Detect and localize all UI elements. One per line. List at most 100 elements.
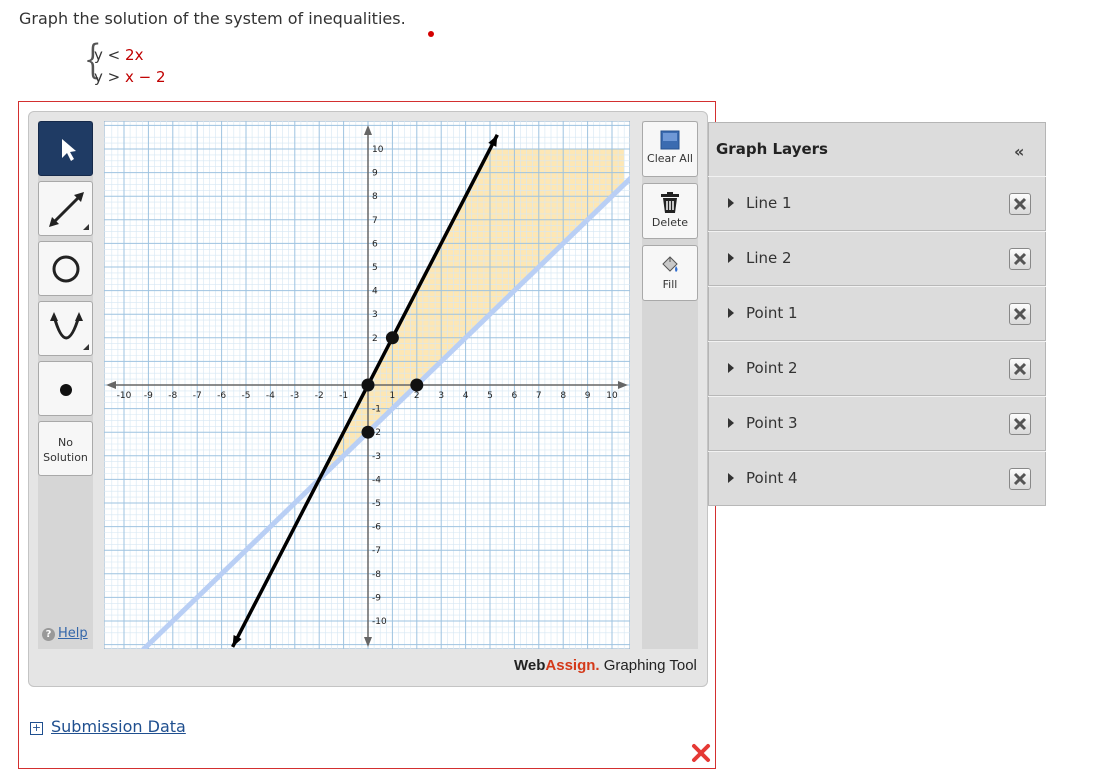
expand-plus-icon: + (30, 721, 43, 735)
expand-triangle-icon[interactable] (728, 198, 734, 208)
x-tick-label: -8 (168, 391, 177, 401)
y-tick-label: 2 (372, 334, 378, 344)
remove-layer-button[interactable] (1009, 193, 1031, 215)
x-tick-label: -1 (339, 391, 348, 401)
inequality-1: y < 2x (94, 46, 144, 64)
layer-row[interactable]: Point 3 (708, 396, 1046, 451)
inequality-system: { y < 2x y > x − 2 (80, 40, 200, 90)
remove-layer-button[interactable] (1009, 248, 1031, 270)
point-tool-button[interactable] (38, 361, 93, 416)
expand-triangle-icon[interactable] (728, 473, 734, 483)
y-tick-label: 4 (372, 287, 378, 297)
y-tick-label: 6 (372, 239, 378, 249)
y-tick-label: 10 (372, 145, 384, 155)
red-marker-dot (428, 31, 434, 37)
y-tick-label: -4 (372, 475, 381, 485)
circle-tool-button[interactable] (38, 241, 93, 296)
layer-label: Point 4 (746, 469, 798, 487)
y-tick-label: -8 (372, 570, 381, 580)
expand-triangle-icon[interactable] (728, 308, 734, 318)
paint-bucket-icon (662, 256, 678, 272)
incorrect-x-icon (692, 744, 710, 762)
circle-tool-icon (52, 255, 80, 283)
layer-label: Point 3 (746, 414, 798, 432)
expand-triangle-icon[interactable] (728, 363, 734, 373)
x-tick-label: 7 (536, 391, 542, 401)
close-icon (1013, 362, 1027, 376)
pointer-tool-button[interactable] (38, 121, 93, 176)
expand-triangle-icon[interactable] (728, 418, 734, 428)
delete-button[interactable]: Delete (642, 183, 698, 239)
y-tick-label: -6 (372, 523, 381, 533)
x-tick-label: -9 (144, 391, 153, 401)
no-solution-button[interactable]: No Solution (38, 421, 93, 476)
pointer-arrow-icon (62, 139, 76, 161)
line-tool-icon (49, 192, 89, 230)
y-tick-label: -10 (372, 617, 387, 627)
x-tick-label: 10 (606, 391, 618, 401)
y-tick-label: 3 (372, 310, 378, 320)
x-tick-label: -6 (217, 391, 226, 401)
line-tool-button[interactable] (38, 181, 93, 236)
x-tick-label: -2 (315, 391, 324, 401)
parabola-tool-icon (50, 312, 89, 350)
close-icon (1013, 472, 1027, 486)
y-tick-label: 9 (372, 169, 378, 179)
close-icon (1013, 197, 1027, 211)
x-tick-label: 2 (414, 391, 420, 401)
y-tick-label: 5 (372, 263, 378, 273)
layer-label: Point 1 (746, 304, 798, 322)
layer-label: Point 2 (746, 359, 798, 377)
x-tick-label: 4 (463, 391, 469, 401)
x-tick-label: -3 (290, 391, 299, 401)
close-icon (1013, 252, 1027, 266)
remove-layer-button[interactable] (1009, 413, 1031, 435)
expand-triangle-icon[interactable] (728, 253, 734, 263)
graph-layers-title: Graph Layers (716, 140, 828, 158)
submission-data-toggle[interactable]: + Submission Data (30, 717, 186, 736)
y-tick-label: -5 (372, 499, 381, 509)
layer-row[interactable]: Point 2 (708, 341, 1046, 396)
question-prompt: Graph the solution of the system of ineq… (19, 9, 406, 28)
layer-row[interactable]: Line 1 (708, 176, 1046, 231)
collapse-layers-icon[interactable]: « (1014, 142, 1024, 161)
y-tick-label: -9 (372, 593, 381, 603)
layer-row[interactable]: Point 4 (708, 451, 1046, 506)
clear-all-button[interactable]: Clear All (642, 121, 698, 177)
x-tick-label: 9 (585, 391, 591, 401)
fill-button[interactable]: Fill (642, 245, 698, 301)
remove-layer-button[interactable] (1009, 358, 1031, 380)
x-tick-label: 5 (487, 391, 493, 401)
webassign-brand: WebAssign. Graphing Tool (514, 657, 697, 674)
layer-label: Line 2 (746, 249, 792, 267)
inequality-2: y > x − 2 (94, 68, 166, 86)
parabola-tool-button[interactable] (38, 301, 93, 356)
x-tick-label: -7 (193, 391, 202, 401)
close-icon (1013, 307, 1027, 321)
point-tool-icon (60, 384, 72, 396)
trash-icon (661, 192, 679, 213)
y-tick-label: -3 (372, 452, 381, 462)
help-link[interactable]: ? Help (42, 626, 88, 641)
x-tick-label: 8 (560, 391, 566, 401)
graph-point (410, 378, 424, 392)
y-tick-label: -1 (372, 405, 381, 415)
question-circle-icon: ? (42, 628, 55, 641)
graph-point (361, 378, 375, 392)
y-tick-label: 8 (372, 192, 378, 202)
x-tick-label: -4 (266, 391, 275, 401)
x-tick-label: 3 (438, 391, 444, 401)
y-tick-label: -7 (372, 546, 381, 556)
remove-layer-button[interactable] (1009, 468, 1031, 490)
close-icon (1013, 417, 1027, 431)
layer-row[interactable]: Point 1 (708, 286, 1046, 341)
x-tick-label: -10 (117, 391, 132, 401)
x-tick-label: 1 (390, 391, 396, 401)
layer-label: Line 1 (746, 194, 792, 212)
remove-layer-button[interactable] (1009, 303, 1031, 325)
graph-point (385, 331, 399, 345)
layer-row[interactable]: Line 2 (708, 231, 1046, 286)
coordinate-graph[interactable]: -10 -9 -8 -7 -6 -5 -4 -3 -2 -1 1 2 3 4 5 6 7 8 9 10 10 9 8 7 6 5 4… (104, 121, 630, 649)
x-tick-label: -5 (242, 391, 251, 401)
x-tick-label: 6 (512, 391, 518, 401)
